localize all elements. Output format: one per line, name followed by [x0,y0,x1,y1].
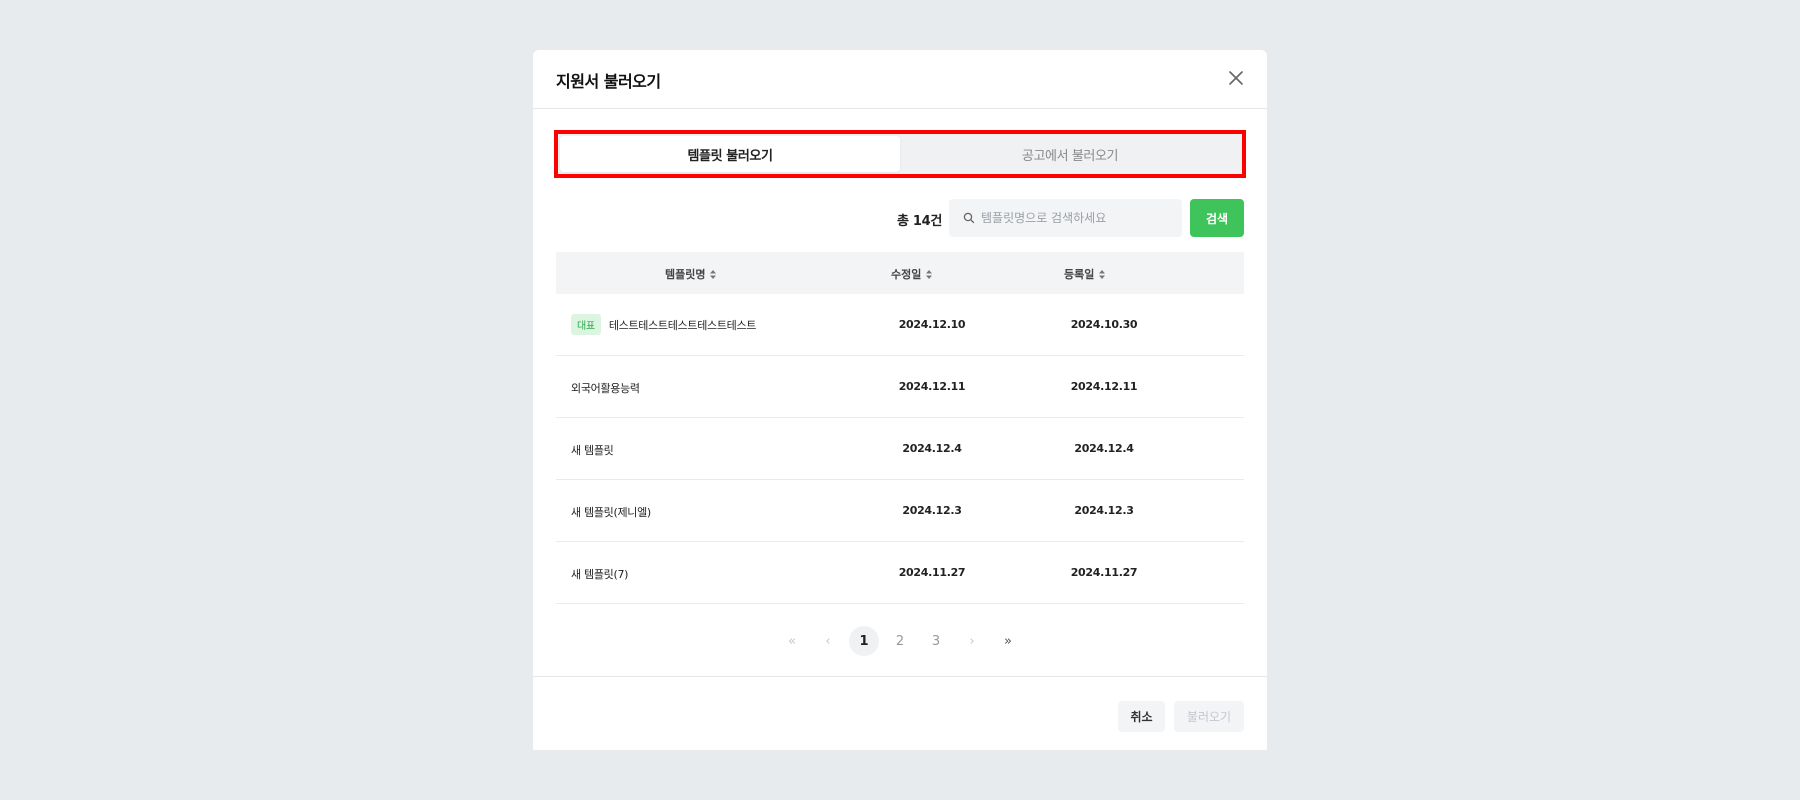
page-button-3[interactable]: 3 [921,626,951,656]
column-header-name[interactable]: 템플릿명 [665,266,717,282]
template-name-cell: 외국어활용능력 [571,380,640,396]
template-name: 새 템플릿(7) [571,568,629,581]
page-button-2[interactable]: 2 [885,626,915,656]
close-icon [1229,71,1243,85]
registered-date: 2024.10.30 [1070,318,1138,331]
pagination: « ‹ 1 2 3 › » [533,625,1267,657]
column-header-label: 등록일 [1064,268,1095,281]
registered-date: 2024.12.4 [1074,442,1134,455]
template-name-cell: 새 템플릿(제니엘) [571,504,651,520]
modified-date: 2024.12.11 [898,380,966,393]
modified-date: 2024.11.27 [898,566,966,579]
table-row[interactable]: 새 템플릿 2024.12.4 2024.12.4 [556,418,1244,480]
page-button-1[interactable]: 1 [849,626,879,656]
template-name-cell: 새 템플릿(7) [571,566,628,582]
load-button[interactable]: 불러오기 [1174,701,1244,732]
first-page-button[interactable]: « [777,626,807,656]
registered-date: 2024.12.11 [1070,380,1138,393]
template-name: 새 템플릿 [571,444,614,457]
column-header-modified[interactable]: 수정일 [891,266,933,282]
table-row[interactable]: 새 템플릿(제니엘) 2024.12.3 2024.12.3 [556,480,1244,542]
search-input[interactable] [981,211,1171,225]
sort-icon [710,269,717,279]
load-source-tabs: 템플릿 불러오기 공고에서 불러오기 [554,130,1246,178]
registered-date: 2024.11.27 [1070,566,1138,579]
template-name-cell: 새 템플릿 [571,442,614,458]
tab-template[interactable]: 템플릿 불러오기 [560,136,900,172]
prev-page-button[interactable]: ‹ [813,626,843,656]
table-row[interactable]: 새 템플릿(7) 2024.11.27 2024.11.27 [556,542,1244,604]
table-row[interactable]: 대표 테스트테스트테스트테스트테스트 2024.12.10 2024.10.30 [556,294,1244,356]
column-header-label: 템플릿명 [665,268,706,281]
modal-footer: 취소 불러오기 [533,676,1267,750]
sort-icon [926,269,933,279]
column-header-label: 수정일 [891,268,922,281]
modal-title: 지원서 불러오기 [556,72,661,91]
sort-icon [1099,269,1106,279]
modified-date: 2024.12.3 [902,504,962,517]
modified-date: 2024.12.4 [902,442,962,455]
search-icon [963,212,975,224]
table-row[interactable]: 외국어활용능력 2024.12.11 2024.12.11 [556,356,1244,418]
cancel-button[interactable]: 취소 [1118,701,1165,732]
modified-date: 2024.12.10 [898,318,966,331]
registered-date: 2024.12.3 [1074,504,1134,517]
template-name-cell: 대표 테스트테스트테스트테스트테스트 [571,314,756,335]
template-name: 테스트테스트테스트테스트테스트 [608,318,757,332]
column-header-registered[interactable]: 등록일 [1064,266,1106,282]
tab-job-posting[interactable]: 공고에서 불러오기 [900,136,1240,172]
close-button[interactable] [1225,67,1247,89]
modal-header: 지원서 불러오기 [533,50,1267,109]
template-name: 새 템플릿(제니엘) [571,506,651,519]
template-table: 템플릿명 수정일 등록일 대표 테스트테스트테스트테스트테스트 2024.12.… [556,252,1244,604]
search-box[interactable] [949,199,1182,237]
load-application-modal: 지원서 불러오기 템플릿 불러오기 공고에서 불러오기 총 14건 검색 템플릿… [533,50,1267,750]
search-toolbar: 총 14건 검색 [556,198,1244,238]
search-button[interactable]: 검색 [1190,199,1244,237]
last-page-button[interactable]: » [993,626,1023,656]
next-page-button[interactable]: › [957,626,987,656]
template-name: 외국어활용능력 [571,382,640,395]
representative-badge: 대표 [571,314,601,335]
total-count: 총 14건 [896,214,942,229]
table-header: 템플릿명 수정일 등록일 [556,252,1244,294]
